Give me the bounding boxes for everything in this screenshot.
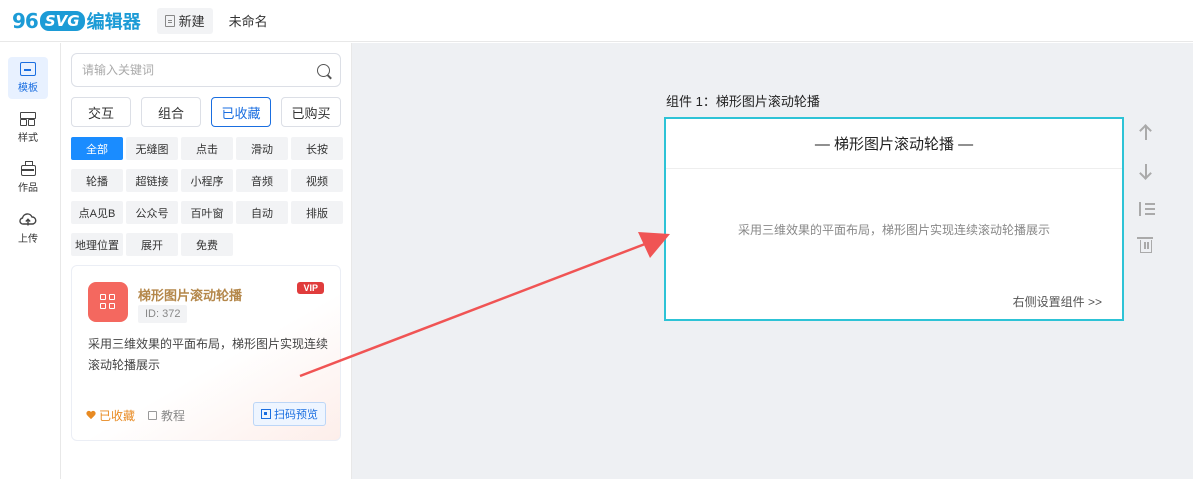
new-button-label: 新建 — [178, 14, 205, 29]
template-title: 梯形图片滚动轮播 — [138, 288, 243, 303]
left-icon-bar: 模板 样式 作品 上传 — [0, 43, 61, 479]
upload-cloud-icon — [19, 212, 37, 225]
sidebar-item-template[interactable]: 模板 — [8, 57, 48, 99]
component-description: 采用三维效果的平面布局，梯形图片实现连续滚动轮播展示 — [737, 223, 1050, 237]
search-box — [71, 53, 341, 87]
filter-chip[interactable]: 排版 — [291, 201, 343, 224]
filter-chip[interactable]: 滑动 — [236, 137, 288, 160]
delete-button[interactable] — [1134, 233, 1158, 257]
document-title[interactable]: 未命名 — [229, 11, 268, 30]
filter-chip[interactable]: 长按 — [291, 137, 343, 160]
tab-combination[interactable]: 组合 — [141, 97, 201, 127]
qr-code-icon — [261, 409, 271, 419]
move-down-icon — [1145, 164, 1147, 178]
sidebar-item-style[interactable]: 样式 — [8, 107, 48, 149]
filter-chip[interactable]: 展开 — [126, 233, 178, 256]
component-block[interactable]: — 梯形图片滚动轮播 — 采用三维效果的平面布局，梯形图片实现连续滚动轮播展示 … — [664, 117, 1124, 321]
spacing-icon — [1137, 202, 1155, 216]
heart-icon — [86, 411, 96, 420]
category-tabs: 交互 组合 已收藏 已购买 — [71, 97, 341, 127]
sidebar-item-label: 作品 — [18, 183, 38, 194]
filter-chip[interactable]: 轮播 — [71, 169, 123, 192]
component-title: — 梯形图片滚动轮播 — — [666, 119, 1122, 169]
filter-chip[interactable]: 视频 — [291, 169, 343, 192]
filter-chip[interactable]: 音频 — [236, 169, 288, 192]
sidebar-item-upload[interactable]: 上传 — [8, 207, 48, 249]
filter-chip[interactable]: 无缝图 — [126, 137, 178, 160]
template-thumbnail — [88, 282, 128, 322]
sidebar-item-label: 模板 — [18, 83, 38, 94]
scan-preview-button[interactable]: 扫码预览 — [253, 402, 326, 426]
filter-chips: 全部 无缝图 点击 滑动 长按 轮播 超链接 小程序 音频 视频 点A见B 公众… — [71, 137, 346, 256]
move-up-icon — [1145, 126, 1147, 140]
new-button[interactable]: 新建 — [156, 7, 213, 34]
favorite-toggle[interactable]: 已收藏 — [86, 407, 135, 424]
move-down-button[interactable] — [1134, 159, 1158, 183]
template-id: ID: 372 — [138, 305, 188, 323]
grid-icon — [100, 294, 116, 310]
tab-purchased[interactable]: 已购买 — [281, 97, 341, 127]
template-panel: 交互 组合 已收藏 已购买 全部 无缝图 点击 滑动 长按 轮播 超链接 小程序… — [61, 43, 352, 479]
component-label: 组件 1：梯形图片滚动轮播 — [666, 94, 820, 109]
template-description: 采用三维效果的平面布局，梯形图片实现连续滚动轮播展示 — [88, 337, 329, 372]
filter-chip[interactable]: 小程序 — [181, 169, 233, 192]
search-icon[interactable] — [317, 63, 330, 77]
filter-chip[interactable]: 点A见B — [71, 201, 123, 224]
works-icon — [20, 161, 36, 176]
new-file-icon — [164, 14, 175, 27]
scan-preview-label: 扫码预览 — [274, 409, 318, 421]
filter-chip[interactable]: 点击 — [181, 137, 233, 160]
logo[interactable]: 96 SVG 编辑器 — [12, 0, 141, 42]
tab-interactive[interactable]: 交互 — [71, 97, 131, 127]
filter-chip[interactable]: 公众号 — [126, 201, 178, 224]
filter-chip-all[interactable]: 全部 — [71, 137, 123, 160]
logo-text: 编辑器 — [86, 11, 141, 33]
template-icon — [20, 62, 36, 76]
tab-favorited[interactable]: 已收藏 — [211, 97, 271, 127]
style-icon — [20, 112, 36, 126]
filter-chip[interactable]: 地理位置 — [71, 233, 123, 256]
top-header: 96 SVG 编辑器 新建 未命名 — [0, 0, 1193, 42]
filter-chip[interactable]: 免费 — [181, 233, 233, 256]
spacing-button[interactable] — [1134, 197, 1158, 221]
sidebar-item-works[interactable]: 作品 — [8, 157, 48, 199]
editor-canvas: 组件 1：梯形图片滚动轮播 — 梯形图片滚动轮播 — 采用三维效果的平面布局，梯… — [352, 43, 1193, 479]
logo-badge: SVG — [39, 10, 85, 31]
sidebar-item-label: 上传 — [18, 233, 38, 245]
filter-chip[interactable]: 超链接 — [126, 169, 178, 192]
sidebar-item-label: 样式 — [18, 133, 38, 144]
favorite-label: 已收藏 — [99, 409, 136, 423]
component-settings-link[interactable]: 右侧设置组件 >> — [1013, 293, 1102, 310]
delete-icon — [1137, 237, 1153, 253]
template-card[interactable]: 梯形图片滚动轮播 ID: 372 VIP 采用三维效果的平面布局，梯形图片实现连… — [71, 265, 341, 441]
vip-badge: VIP — [297, 282, 324, 294]
tutorial-link[interactable]: 教程 — [148, 407, 185, 424]
search-input[interactable] — [82, 63, 317, 77]
tutorial-label: 教程 — [161, 409, 186, 423]
filter-chip[interactable]: 自动 — [236, 201, 288, 224]
move-up-button[interactable] — [1134, 121, 1158, 145]
logo-number: 96 — [12, 8, 39, 33]
book-icon — [148, 411, 157, 420]
filter-chip[interactable]: 百叶窗 — [181, 201, 233, 224]
